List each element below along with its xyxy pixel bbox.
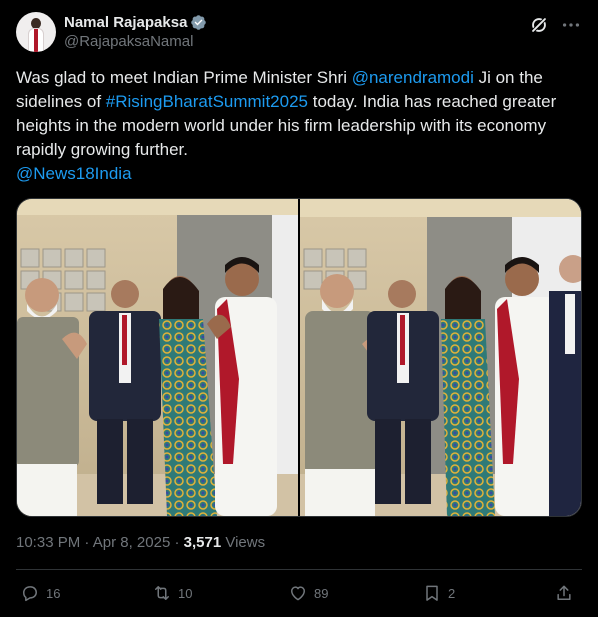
photo-1[interactable] [17, 199, 298, 516]
avatar-sash [34, 29, 38, 52]
media-photos [17, 199, 581, 516]
more-icon[interactable] [560, 14, 582, 36]
bookmark-button[interactable]: 2 [422, 580, 455, 606]
views-label: Views [221, 534, 266, 551]
avatar[interactable] [16, 12, 56, 52]
bookmark-icon [426, 585, 438, 601]
share-icon [557, 585, 571, 600]
tweet-actions: 16 10 89 2 [16, 580, 582, 606]
repost-icon [155, 586, 169, 600]
tweet-header: Namal Rajapaksa @RajapaksaNamal [16, 12, 582, 54]
tweet-media [16, 198, 582, 517]
like-count: 89 [314, 585, 329, 601]
like-button[interactable]: 89 [288, 580, 328, 606]
bookmark-count: 2 [448, 585, 456, 601]
grok-icon[interactable] [528, 14, 550, 36]
mention-news18india[interactable]: @News18India [16, 164, 132, 183]
reply-button[interactable]: 16 [20, 580, 60, 606]
like-icon [291, 586, 305, 601]
reply-icon [23, 586, 37, 602]
hashtag-risingbharatsummit[interactable]: #RisingBharatSummit2025 [106, 92, 308, 111]
tweet-time[interactable]: 10:33 PM [16, 534, 80, 551]
author-display-name[interactable]: Namal Rajapaksa [64, 14, 187, 31]
tweet-text-part: Was glad to meet Indian Prime Minister S… [16, 68, 352, 87]
reply-count: 16 [46, 585, 61, 601]
author-handle[interactable]: @RajapaksaNamal [64, 33, 207, 50]
views-count: 3,571 [183, 534, 222, 551]
repost-button[interactable]: 10 [152, 580, 192, 606]
meta-separator: · [170, 534, 184, 551]
verified-badge-icon [191, 14, 207, 30]
meta-separator: · [80, 534, 93, 551]
author-info: Namal Rajapaksa @RajapaksaNamal [64, 12, 207, 50]
tweet-meta: 10:33 PM · Apr 8, 2025 · 3,571 Views [16, 534, 265, 551]
photo-2[interactable] [300, 199, 581, 516]
repost-count: 10 [178, 585, 193, 601]
share-button[interactable] [554, 580, 574, 606]
tweet-text: Was glad to meet Indian Prime Minister S… [16, 66, 582, 186]
divider [16, 569, 582, 570]
mention-narendramodi[interactable]: @narendramodi [352, 68, 474, 87]
tweet-date[interactable]: Apr 8, 2025 [93, 534, 171, 551]
